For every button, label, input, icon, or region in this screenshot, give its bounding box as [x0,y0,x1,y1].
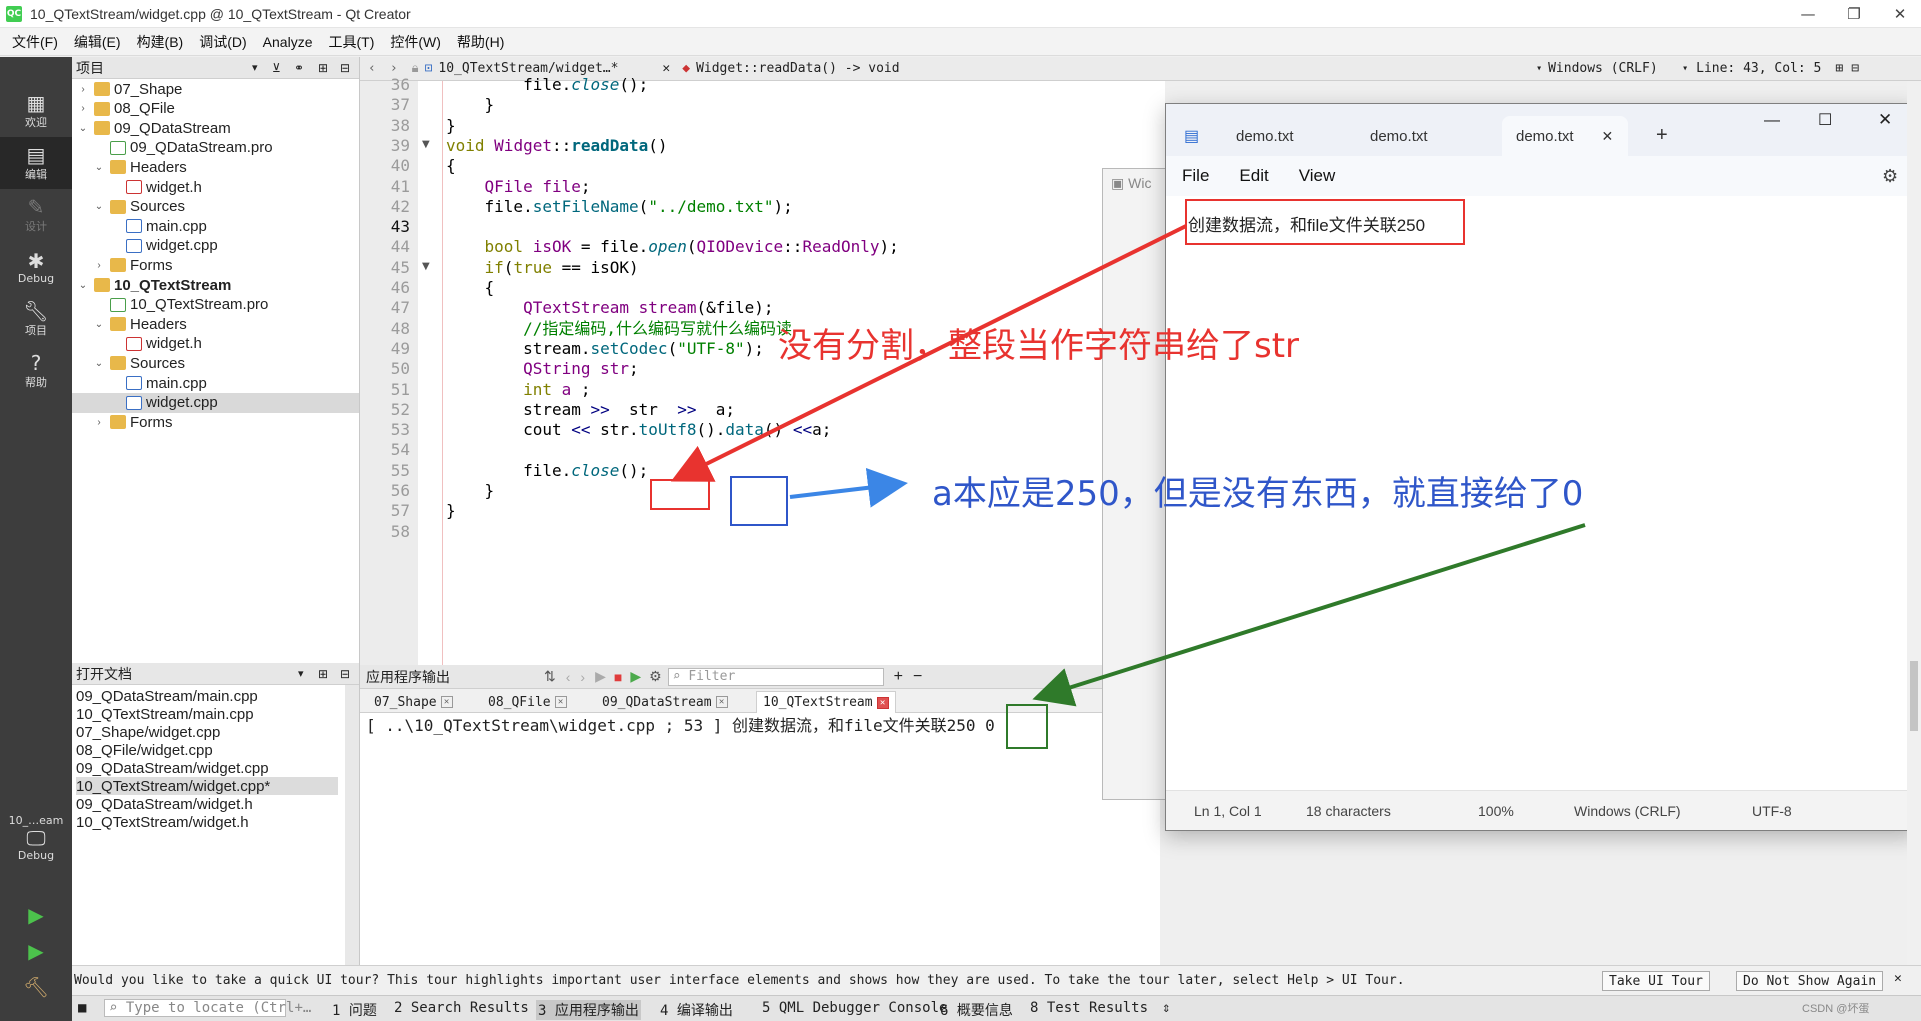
pane-general-messages[interactable]: 6 概要信息 [940,1000,1013,1020]
ui-tour-message: Would you like to take a quick UI tour? … [74,973,1405,988]
ui-tour-bar: Would you like to take a quick UI tour? … [72,965,1921,995]
take-ui-tour-button[interactable]: Take UI Tour [1602,971,1710,991]
search-icon: ⌕ [109,1000,118,1016]
pane-compile-output[interactable]: 4 编译输出 [660,1000,733,1020]
editor-scrollbar[interactable] [1907,81,1921,965]
locator-input[interactable]: ⌕ Type to locate (Ctrl+… [104,999,311,1017]
blue-arrow [789,467,908,508]
watermark: CSDN @坏蛋 [1802,1003,1870,1015]
status-bar: ■ ⌕ Type to locate (Ctrl+… 1 问题 2 Search… [72,995,1921,1021]
do-not-show-again-button[interactable]: Do Not Show Again [1736,971,1884,991]
locator-placeholder: Type to locate (Ctrl+… [125,1000,312,1016]
annotation-red: 没有分割，整段当作字符串给了str [778,326,1300,366]
pane-qml-debugger[interactable]: 5 QML Debugger Console [762,1000,947,1016]
scrollbar-thumb[interactable] [1910,661,1918,731]
close-icon[interactable]: ✕ [1894,971,1902,986]
pane-app-output[interactable]: 3 应用程序输出 [536,1000,641,1020]
annotation-blue: a本应是250，但是没有东西，就直接给了0 [932,474,1584,514]
more-panes-icon[interactable]: ⇕ [1162,1000,1170,1016]
toggle-sidebar-icon[interactable]: ■ [78,1000,86,1016]
pane-search-results[interactable]: 2 Search Results [394,1000,529,1016]
pane-issues[interactable]: 1 问题 [332,1000,377,1020]
pane-test-results[interactable]: 8 Test Results [1030,1000,1148,1016]
green-arrow [1032,523,1586,707]
